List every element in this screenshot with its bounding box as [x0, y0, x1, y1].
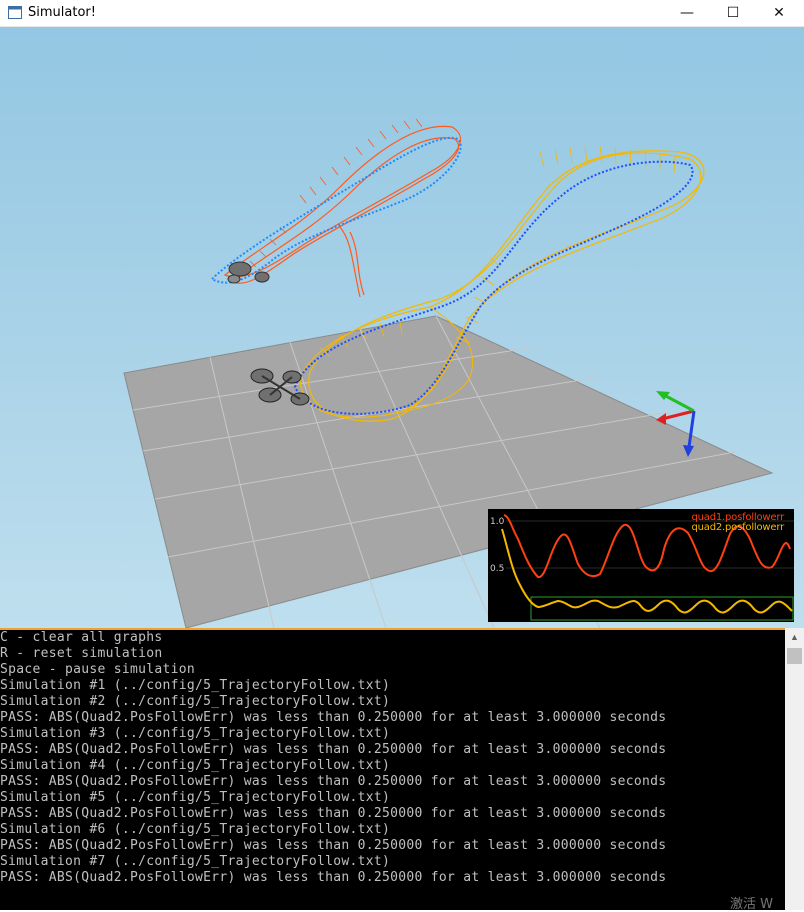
console-line: PASS: ABS(Quad2.PosFollowErr) was less t… [0, 710, 667, 725]
close-button[interactable]: ✕ [756, 0, 802, 26]
console-line: Simulation #6 (../config/5_TrajectoryFol… [0, 822, 391, 837]
legend-quad2: quad2.posfollowerr [691, 522, 785, 533]
console-line: Simulation #1 (../config/5_TrajectoryFol… [0, 678, 391, 693]
console-line: PASS: ABS(Quad2.PosFollowErr) was less t… [0, 774, 667, 789]
console-line: R - reset simulation [0, 646, 163, 661]
graph-tick-high: 1.0 [490, 517, 505, 527]
console-line: PASS: ABS(Quad2.PosFollowErr) was less t… [0, 806, 667, 821]
error-graph: 1.0 0.5 quad1.posfollowerr quad2.posfoll… [488, 509, 794, 622]
console-line: PASS: ABS(Quad2.PosFollowErr) was less t… [0, 838, 667, 853]
console-line: Simulation #4 (../config/5_TrajectoryFol… [0, 758, 391, 773]
quad1-trail [223, 118, 462, 298]
console-line: PASS: ABS(Quad2.PosFollowErr) was less t… [0, 742, 667, 757]
title-bar[interactable]: Simulator! — ☐ ✕ [0, 0, 804, 27]
quad1-drone [227, 261, 270, 284]
console-line: Simulation #2 (../config/5_TrajectoryFol… [0, 694, 391, 709]
console-line: Simulation #7 (../config/5_TrajectoryFol… [0, 854, 391, 869]
scroll-thumb[interactable] [787, 648, 802, 664]
console-line: Simulation #3 (../config/5_TrajectoryFol… [0, 726, 391, 741]
simulation-viewport[interactable]: 1.0 0.5 quad1.posfollowerr quad2.posfoll… [0, 27, 804, 628]
console-line: Simulation #5 (../config/5_TrajectoryFol… [0, 790, 391, 805]
quad1-target-path [210, 136, 462, 284]
minimize-button[interactable]: — [664, 0, 710, 26]
activation-watermark: 激活 W [730, 897, 773, 912]
console-line: C - clear all graphs [0, 630, 163, 645]
scroll-up-arrow-icon[interactable]: ▲ [785, 628, 804, 645]
graph-tick-mid: 0.5 [490, 564, 505, 574]
window-title: Simulator! [28, 5, 96, 20]
console-scrollbar[interactable]: ▲ [785, 628, 804, 910]
maximize-button[interactable]: ☐ [710, 0, 756, 26]
console-output[interactable]: C - clear all graphs R - reset simulatio… [0, 628, 785, 910]
window-icon [8, 6, 22, 19]
console-line: PASS: ABS(Quad2.PosFollowErr) was less t… [0, 870, 667, 885]
console-line: Space - pause simulation [0, 662, 196, 677]
